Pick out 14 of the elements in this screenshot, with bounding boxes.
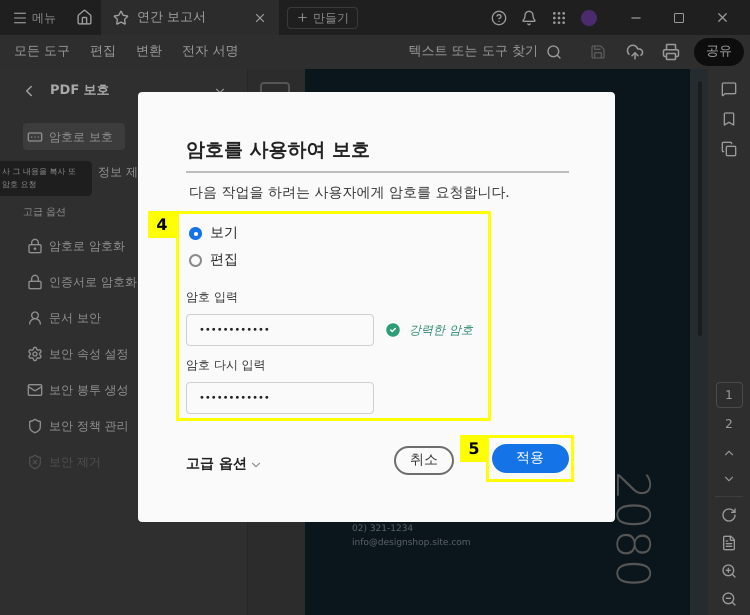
callout-number: 4 xyxy=(148,211,176,238)
field-label: 암호 입력 xyxy=(186,289,239,306)
callout-number: 5 xyxy=(460,435,488,462)
description-text: 다음 작업을 하려는 사용자에게 암호를 요청합니다. xyxy=(189,184,511,203)
panel-title: PDF 보호 xyxy=(50,82,110,100)
section-label: 고급 옵션 xyxy=(23,206,68,220)
strength-text: 강력한 암호 xyxy=(409,322,473,339)
year-text: 2080 xyxy=(610,471,656,588)
phone-text: 02) 321-1234 xyxy=(352,523,414,536)
dialog-title: 암호를 사용하여 보호 xyxy=(186,138,372,163)
tab-title: 연간 보고서 xyxy=(137,8,208,27)
email-text: info@designshop.site.com xyxy=(352,537,471,550)
tooltip: 사 그 내용을 복사 또 암호 요청 xyxy=(0,161,92,196)
field-label: 암호 다시 입력 xyxy=(186,357,267,374)
